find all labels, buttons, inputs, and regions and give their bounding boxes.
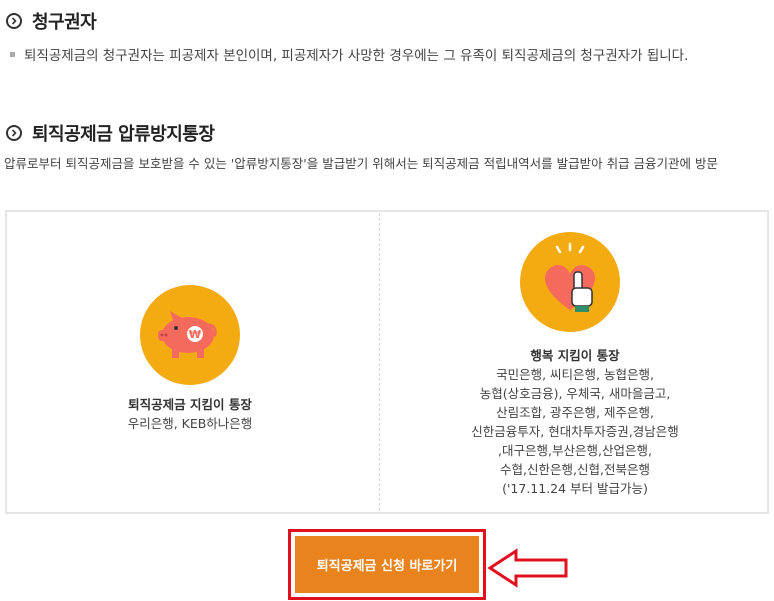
svg-text:₩: ₩ <box>189 328 201 341</box>
section-header-account: 퇴직공제금 압류방지통장 <box>6 120 215 146</box>
piggy-bank-icon: ₩ <box>140 285 240 385</box>
bank-line: 수협,신한은행,신협,전북은행 <box>500 462 650 477</box>
account-description: 압류로부터 퇴직공제금을 보호받을 수 있는 '압류방지통장'을 발급받기 위해… <box>4 156 719 171</box>
section-header-claimant: 청구권자 <box>6 8 97 34</box>
claimant-description: 퇴직공제금의 청구권자는 피공제자 본인이며, 피공제자가 사망한 경우에는 그… <box>10 44 762 68</box>
bank-line: ,대구은행,부산은행,산업은행, <box>498 443 652 458</box>
apply-shortcut-button[interactable]: 퇴직공제금 신청 바로가기 <box>295 536 479 593</box>
bank-line: 산림조합, 광주은행, 제주은행, <box>496 405 654 420</box>
bank-line: 신한금융투자, 현대차투자증권,경남은행 <box>471 424 679 439</box>
issue-date-note: ('17.11.24 부터 발급가능) <box>502 481 648 496</box>
bank-line: 농협(상호금융), 우체국, 새마을금고, <box>479 386 671 401</box>
bank-line: 국민은행, 씨티은행, 농협은행, <box>496 367 654 382</box>
section-title: 청구권자 <box>32 12 97 33</box>
card-divider <box>379 213 380 511</box>
claimant-text: 퇴직공제금의 청구권자는 피공제자 본인이며, 피공제자가 사망한 경우에는 그… <box>24 48 689 64</box>
chevron-right-circle-icon <box>6 125 22 141</box>
card-piggy: 퇴직공제금 지킴이 통장 우리은행, KEB하나은행 <box>30 395 350 433</box>
card-title: 퇴직공제금 지킴이 통장 <box>128 397 252 412</box>
section-title: 퇴직공제금 압류방지통장 <box>32 124 215 145</box>
card-banks: 우리은행, KEB하나은행 <box>127 416 253 431</box>
pointer-arrow-icon <box>487 548 568 588</box>
bullet-square-icon <box>10 51 15 57</box>
card-heart: 행복 지킴이 통장 국민은행, 씨티은행, 농협은행, 농협(상호금융), 우체… <box>402 346 748 498</box>
card-title: 행복 지킴이 통장 <box>530 348 620 363</box>
heart-hand-icon <box>520 232 620 332</box>
chevron-right-circle-icon <box>6 13 22 29</box>
